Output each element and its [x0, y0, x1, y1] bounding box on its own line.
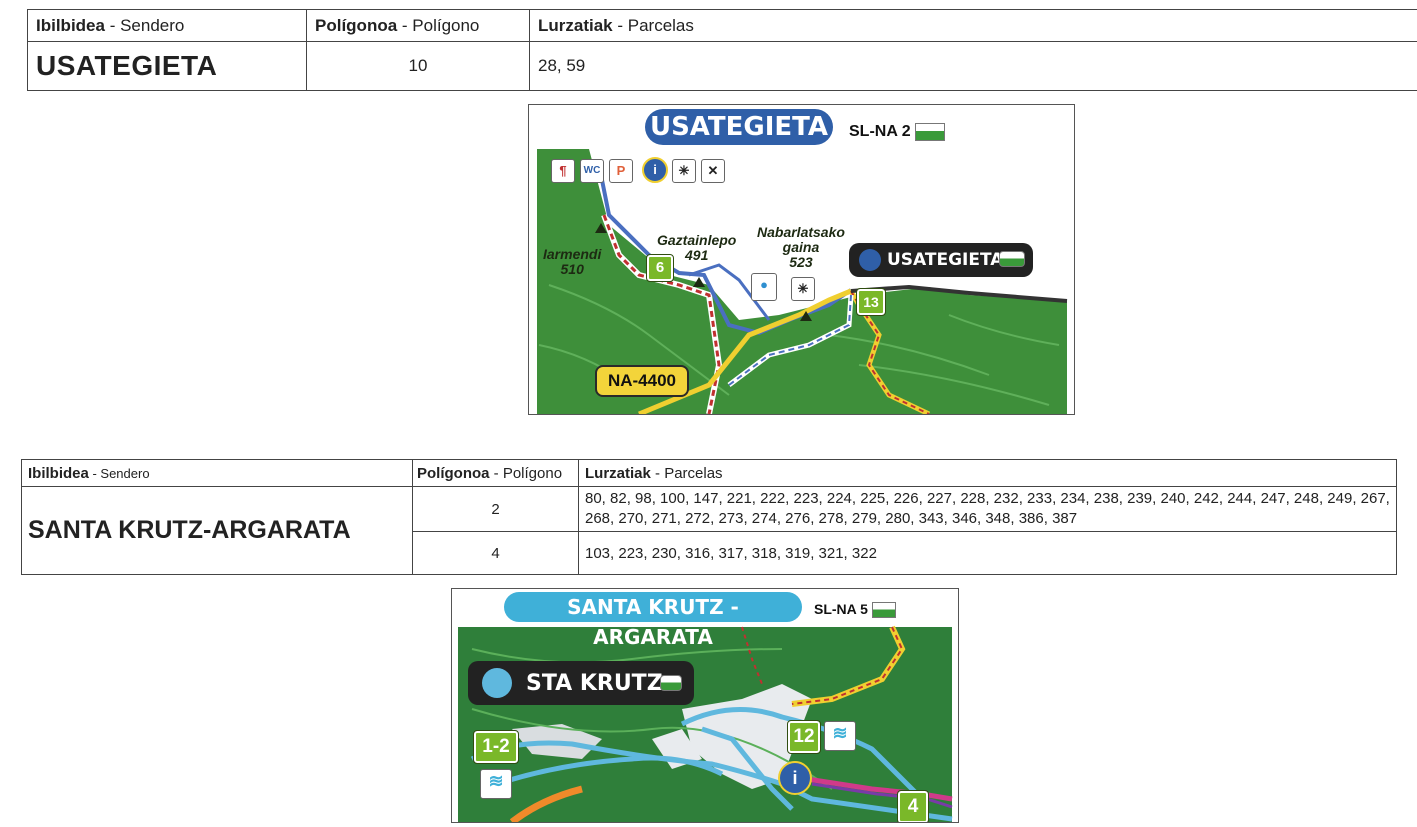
bird-icon: ✕	[701, 159, 725, 183]
header-poligono-2: Polígonoa - Polígono	[412, 459, 579, 487]
water-waves-icon-2: ≋	[824, 721, 856, 751]
start-callout-label: USATEGIETA	[887, 250, 1004, 270]
info-icon: i	[642, 157, 668, 183]
poligono-value-2: 2	[412, 486, 579, 532]
waypoint-12: 12	[787, 720, 821, 754]
start-marker-icon-2	[482, 668, 512, 698]
info-icon-2: i	[778, 761, 812, 795]
header-sendero-2: Ibilbidea - Sendero	[21, 459, 413, 487]
peak-nabarlatsako: Nabarlatsako gaina 523	[757, 224, 845, 270]
road-label: NA-4400	[595, 365, 689, 397]
trail-flag-icon-2	[999, 251, 1025, 267]
parcelas-value-4: 103, 223, 230, 316, 317, 318, 319, 321, …	[578, 531, 1397, 575]
start-callout-label-2: STA KRUTZ	[526, 671, 663, 696]
waypoint-1-2: 1-2	[473, 730, 519, 764]
santa-krutz-map: SANTA KRUTZ - ARGARATA SL-NA 5 STA KRUTZ…	[451, 588, 959, 823]
route-name-2: SANTA KRUTZ-ARGARATA	[21, 486, 413, 575]
trail-flag-icon	[914, 123, 945, 141]
header-parcelas-2: Lurzatiak - Parcelas	[578, 459, 1397, 487]
waypoint-4: 4	[897, 790, 929, 822]
restaurant-icon: ¶	[551, 159, 575, 183]
trail-flag-icon-3	[871, 602, 896, 619]
route-name: USATEGIETA	[27, 41, 307, 91]
trail-code: SL-NA 2	[849, 123, 945, 141]
viewpoint-icon-2: ✳	[791, 277, 815, 301]
usategieta-table: Ibilbidea - Sendero Polígonoa - Polígono…	[27, 9, 1417, 91]
start-callout-2: STA KRUTZ	[468, 661, 694, 705]
wc-icon: WC	[580, 159, 604, 183]
trail-flag-icon-4	[660, 675, 682, 691]
viewpoint-icon: ✳	[672, 159, 696, 183]
trail-code-2: SL-NA 5	[814, 601, 896, 619]
map-title-2: SANTA KRUTZ - ARGARATA	[504, 592, 802, 649]
map-title: USATEGIETA	[645, 109, 833, 145]
water-waves-icon: ≋	[480, 769, 512, 799]
parcelas-value: 28, 59	[529, 41, 1417, 91]
start-marker-icon	[859, 249, 881, 271]
peak-iarmendi: Iarmendi 510	[543, 246, 602, 277]
waypoint-13: 13	[856, 288, 886, 316]
header-parcelas: Lurzatiak - Parcelas	[529, 9, 1417, 42]
waypoint-6: 6	[646, 254, 674, 282]
parking-icon: P	[609, 159, 633, 183]
usategieta-map: USATEGIETA SL-NA 2 ¶ WC P i ✳ ✕ Iarmendi…	[528, 104, 1075, 415]
parcelas-value-2: 80, 82, 98, 100, 147, 221, 222, 223, 224…	[578, 486, 1397, 532]
header-poligono: Polígonoa - Polígono	[306, 9, 530, 42]
poligono-value-4: 4	[412, 531, 579, 575]
poligono-value: 10	[306, 41, 530, 91]
start-callout: USATEGIETA	[849, 243, 1033, 277]
santa-krutz-table: Ibilbidea - Sendero Polígonoa - Polígono…	[21, 459, 1397, 575]
water-icon: ●	[751, 273, 777, 301]
header-sendero: Ibilbidea - Sendero	[27, 9, 307, 42]
